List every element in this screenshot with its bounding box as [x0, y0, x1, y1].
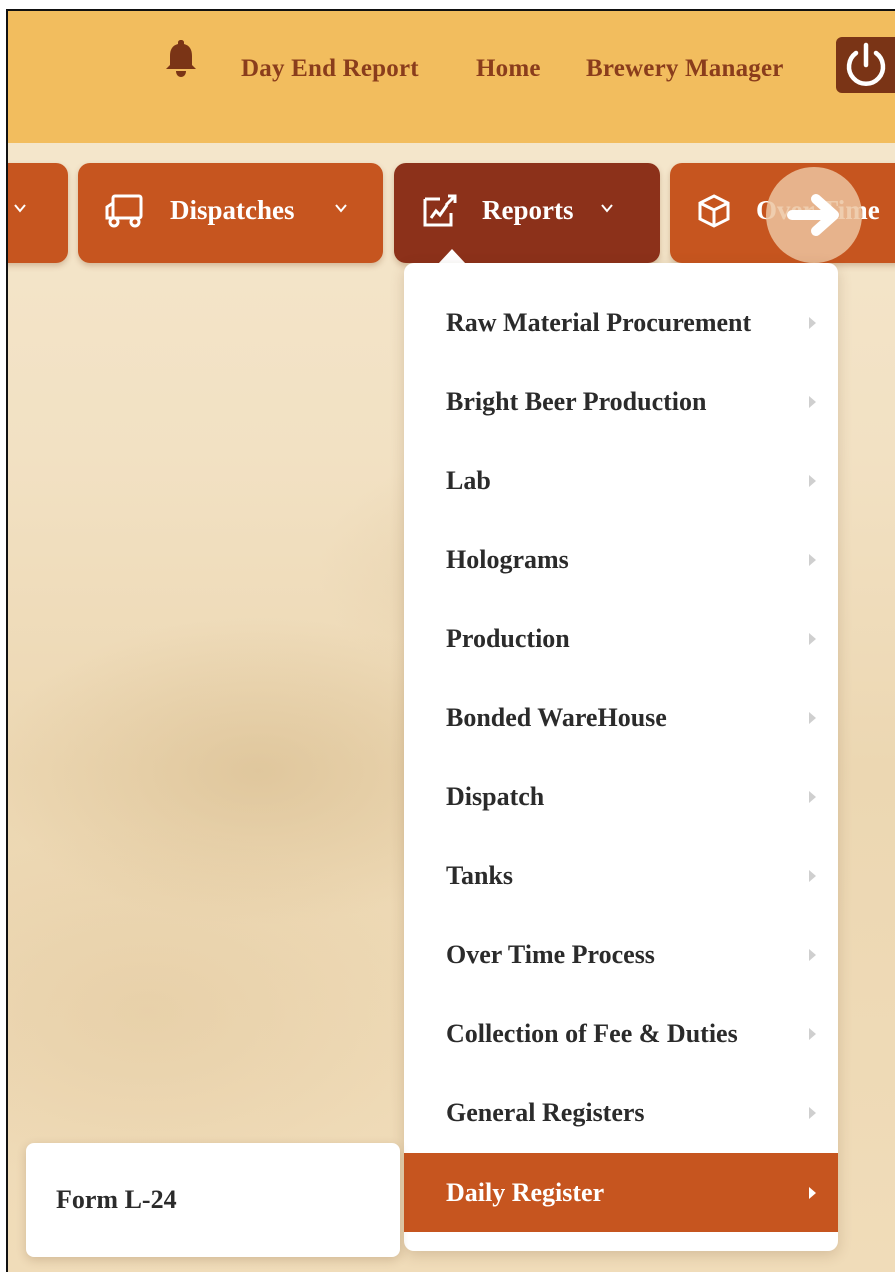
- bell-icon[interactable]: [164, 38, 198, 78]
- menu-item-bright-beer-production[interactable]: Bright Beer Production: [404, 362, 838, 441]
- daily-register-submenu: Form L-24: [26, 1143, 400, 1257]
- menu-item-raw-material-procurement[interactable]: Raw Material Procurement: [404, 283, 838, 362]
- chevron-right-icon: [809, 712, 816, 724]
- app-window: Day End Report Home Brewery Manager Disp…: [6, 9, 895, 1272]
- truck-icon: [105, 194, 143, 228]
- menu-item-label: General Registers: [446, 1098, 645, 1127]
- chevron-down-icon: [601, 204, 613, 213]
- dropdown-pointer: [438, 249, 466, 264]
- brewery-manager-link[interactable]: Brewery Manager: [586, 55, 784, 83]
- chevron-down-icon: [335, 204, 347, 213]
- chevron-right-icon: [809, 870, 816, 882]
- menu-item-label: Collection of Fee & Duties: [446, 1019, 738, 1048]
- chevron-right-icon: [809, 475, 816, 487]
- menu-item-label: Daily Register: [446, 1178, 605, 1207]
- menu-item-label: Tanks: [446, 861, 513, 890]
- menu-item-collection-of-fee-duties[interactable]: Collection of Fee & Duties: [404, 994, 838, 1073]
- menu-item-label: Bright Beer Production: [446, 387, 707, 416]
- menu-item-general-registers[interactable]: General Registers: [404, 1073, 838, 1152]
- top-header: Day End Report Home Brewery Manager: [8, 11, 895, 143]
- chevron-right-icon: [809, 791, 816, 803]
- chevron-right-icon: [809, 317, 816, 329]
- day-end-report-link[interactable]: Day End Report: [241, 55, 419, 83]
- nav-item-dispatches[interactable]: Dispatches: [78, 163, 383, 263]
- submenu-item-form-l-24[interactable]: Form L-24: [56, 1185, 177, 1215]
- menu-item-production[interactable]: Production: [404, 599, 838, 678]
- menu-item-label: Lab: [446, 466, 491, 495]
- chart-edit-icon: [423, 194, 457, 227]
- chevron-right-icon: [809, 633, 816, 645]
- menu-item-holograms[interactable]: Holograms: [404, 520, 838, 599]
- menu-item-label: Over Time Process: [446, 940, 655, 969]
- nav-label-reports: Reports: [482, 195, 574, 225]
- menu-item-label: Bonded WareHouse: [446, 703, 667, 732]
- scroll-right-button[interactable]: [766, 167, 862, 263]
- menu-item-label: Production: [446, 624, 570, 653]
- arrow-right-icon: [787, 194, 839, 236]
- box-icon: [698, 194, 730, 228]
- logout-button[interactable]: [836, 37, 895, 93]
- menu-item-dispatch[interactable]: Dispatch: [404, 757, 838, 836]
- main-navbar: Dispatches Reports Over Time: [8, 163, 895, 263]
- menu-item-label: Dispatch: [446, 782, 545, 811]
- menu-item-tanks[interactable]: Tanks: [404, 836, 838, 915]
- menu-item-label: Holograms: [446, 545, 569, 574]
- menu-item-daily-register[interactable]: Daily Register: [404, 1153, 838, 1232]
- nav-label-dispatches: Dispatches: [170, 195, 295, 225]
- menu-item-bonded-warehouse[interactable]: Bonded WareHouse: [404, 678, 838, 757]
- chevron-right-icon: [809, 1187, 816, 1199]
- chevron-right-icon: [809, 554, 816, 566]
- chevron-right-icon: [809, 1028, 816, 1040]
- chevron-down-icon: [14, 204, 26, 213]
- home-link[interactable]: Home: [476, 55, 541, 83]
- power-icon: [846, 42, 886, 86]
- nav-item-previous[interactable]: [8, 163, 68, 263]
- nav-item-reports[interactable]: Reports: [394, 163, 660, 263]
- chevron-right-icon: [809, 1107, 816, 1119]
- chevron-right-icon: [809, 396, 816, 408]
- chevron-right-icon: [809, 949, 816, 961]
- menu-item-over-time-process[interactable]: Over Time Process: [404, 915, 838, 994]
- menu-item-label: Raw Material Procurement: [446, 308, 752, 337]
- menu-item-lab[interactable]: Lab: [404, 441, 838, 520]
